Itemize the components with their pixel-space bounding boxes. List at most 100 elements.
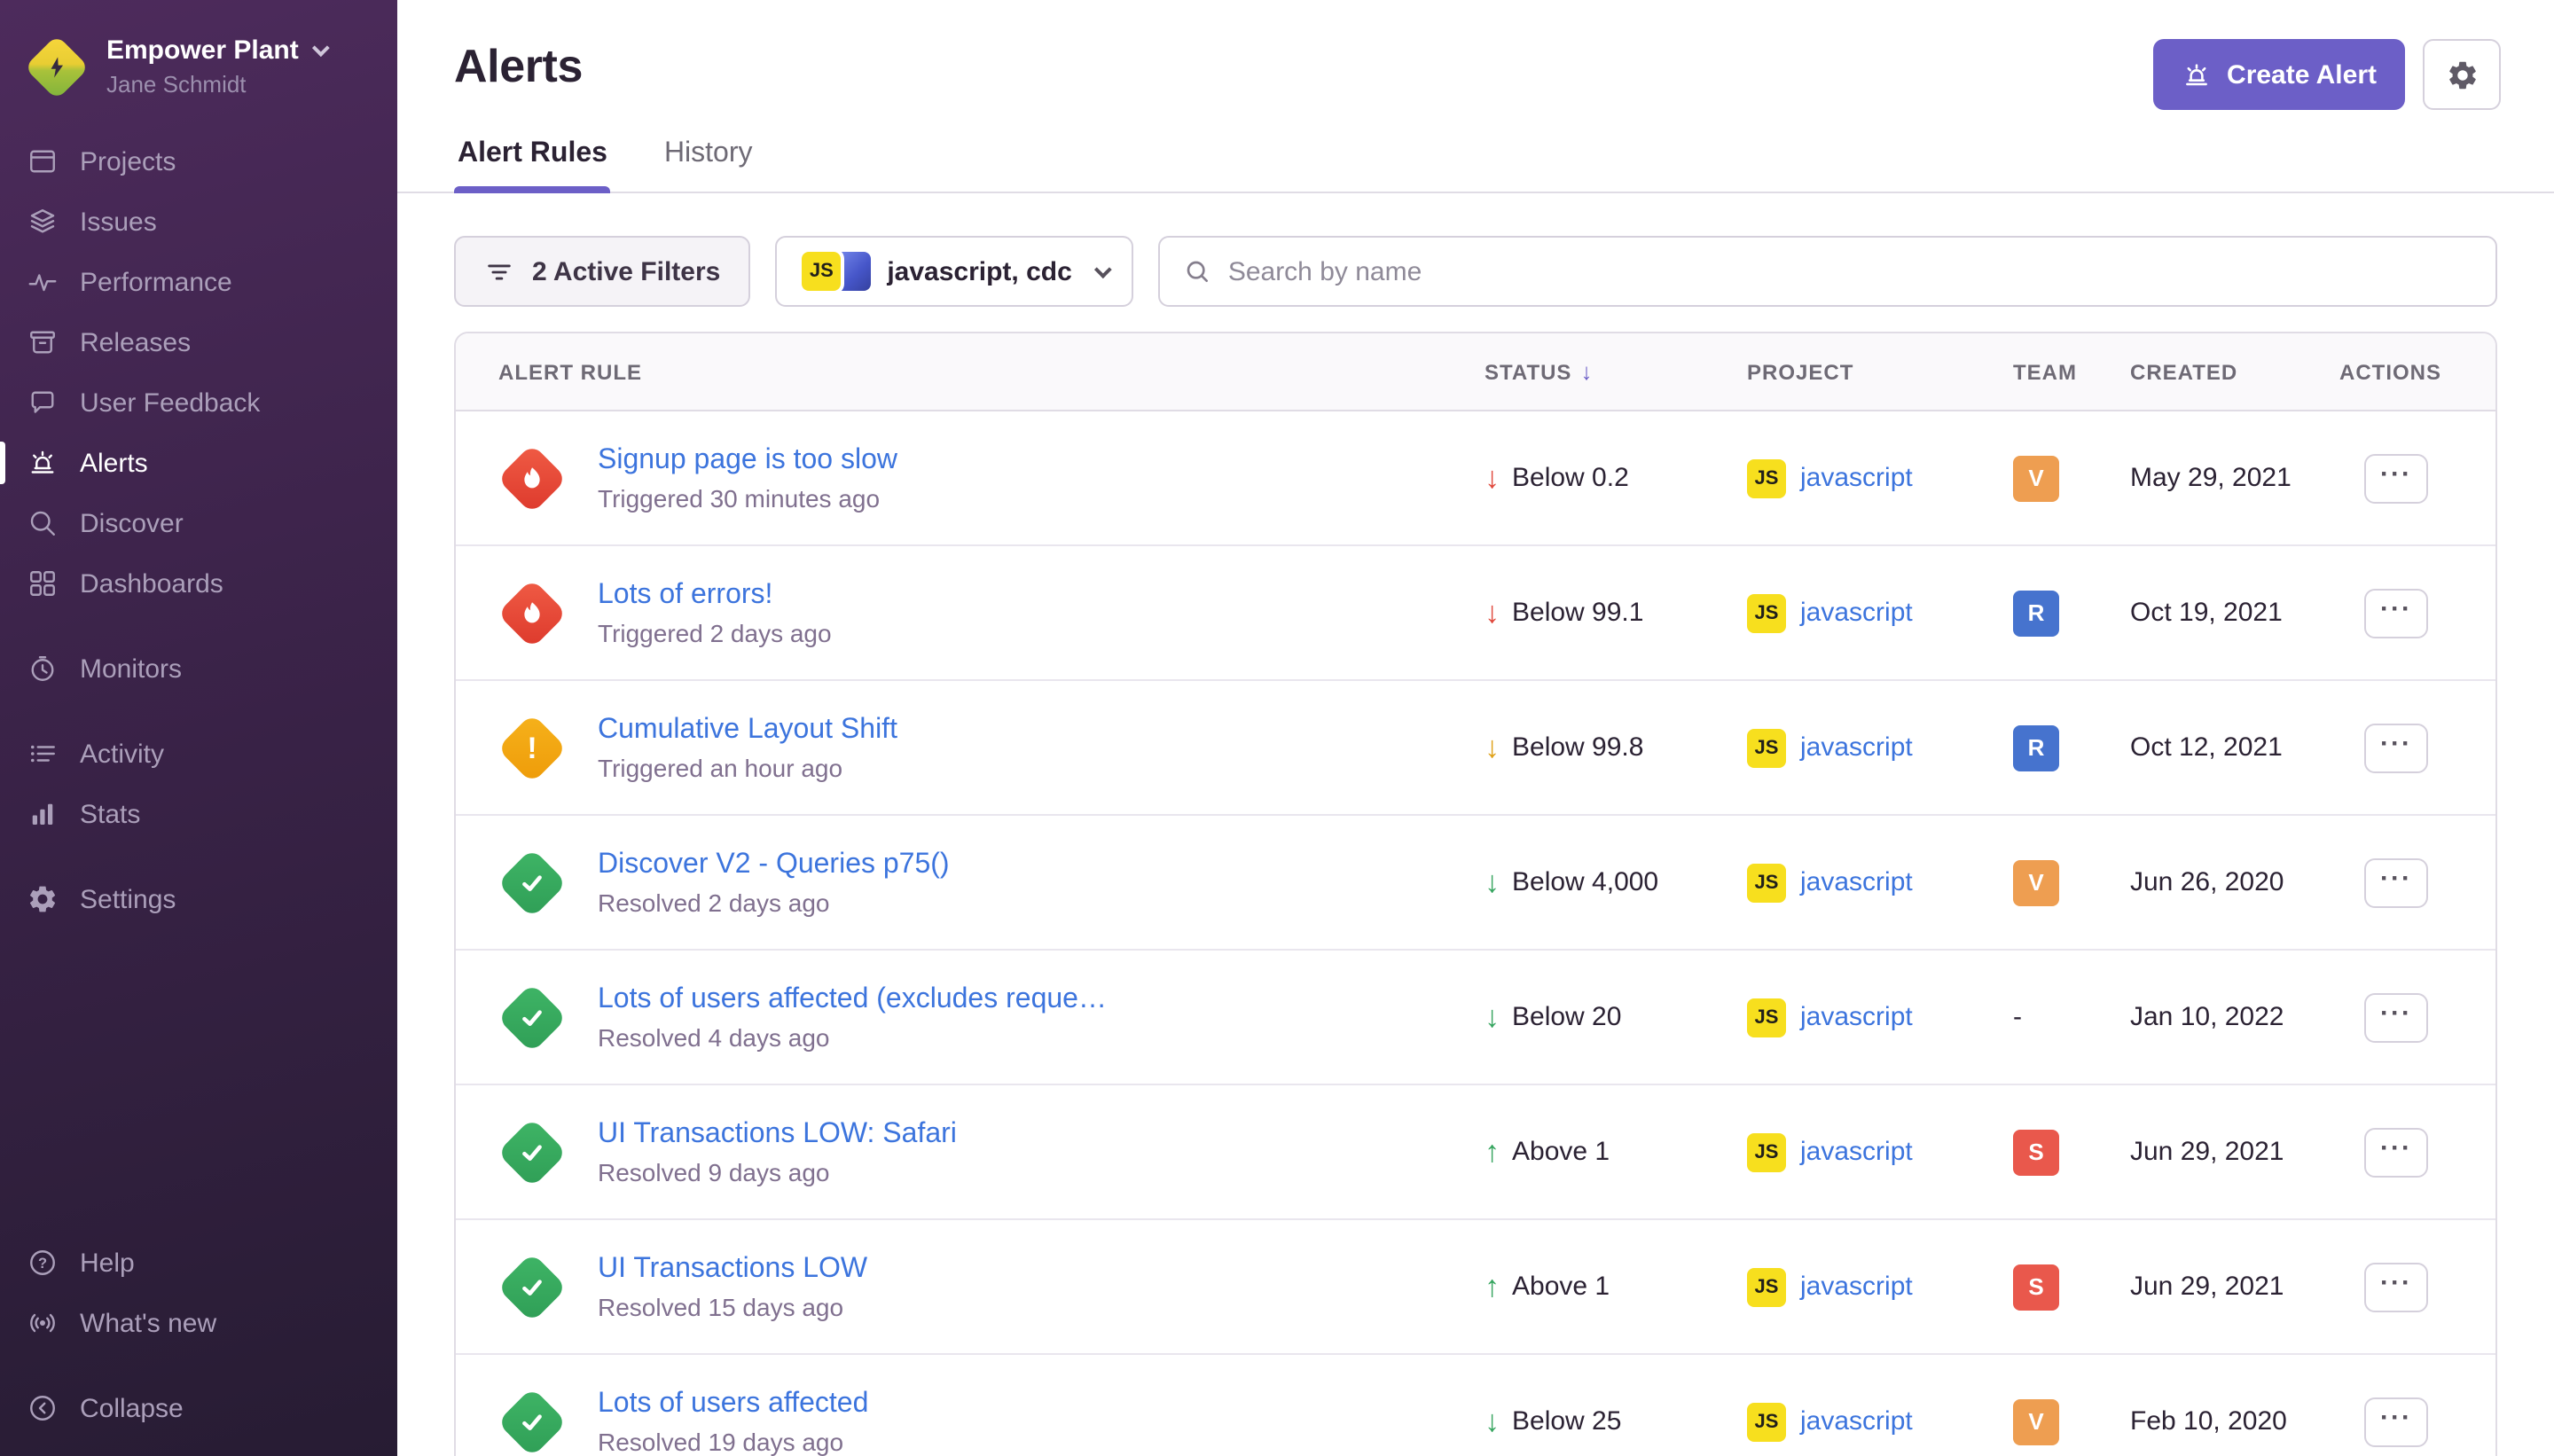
sidebar-item-user-feedback[interactable]: User Feedback bbox=[0, 372, 397, 433]
row-actions-button[interactable] bbox=[2364, 992, 2428, 1042]
alert-rule-link[interactable]: Lots of users affected bbox=[598, 1388, 868, 1420]
created-date: May 29, 2021 bbox=[2130, 463, 2339, 493]
project-link[interactable]: javascript bbox=[1800, 1272, 1913, 1302]
alert-rule-link[interactable]: Lots of users affected (excludes reque… bbox=[598, 983, 1107, 1015]
sidebar-item-label: Monitors bbox=[80, 654, 182, 684]
table-body: ! Signup page is too slow Triggered 30 m… bbox=[456, 411, 2495, 1456]
alert-rule-link[interactable]: Cumulative Layout Shift bbox=[598, 714, 897, 746]
column-header-status[interactable]: Status bbox=[1485, 358, 1593, 385]
alert-rule-link[interactable]: UI Transactions LOW bbox=[598, 1253, 867, 1285]
team-avatar: V bbox=[2013, 455, 2059, 501]
project-link[interactable]: javascript bbox=[1800, 732, 1913, 763]
sidebar-item-label: Stats bbox=[80, 799, 140, 829]
alert-rule-row: ! Lots of errors! Triggered 2 days ago B… bbox=[456, 546, 2495, 681]
sidebar-item-issues[interactable]: Issues bbox=[0, 192, 397, 252]
alert-state-icon: ! bbox=[498, 1253, 566, 1320]
project-link[interactable]: javascript bbox=[1800, 1002, 1913, 1032]
trend-arrow-icon bbox=[1485, 1137, 1500, 1167]
javascript-project-icon: JS bbox=[1747, 1402, 1786, 1441]
alert-rule-row: ! Discover V2 - Queries p75() Resolved 2… bbox=[456, 816, 2495, 951]
sidebar-item-label: Settings bbox=[80, 884, 176, 914]
row-actions-button[interactable] bbox=[2364, 857, 2428, 907]
ellipsis-icon bbox=[2380, 1408, 2412, 1435]
project-link[interactable]: javascript bbox=[1800, 463, 1913, 493]
sidebar-item-whats-new[interactable]: What's new bbox=[0, 1293, 397, 1353]
team-avatar: V bbox=[2013, 1398, 2059, 1444]
sidebar-item-projects[interactable]: Projects bbox=[0, 131, 397, 192]
project-selector[interactable]: JS javascript, cdc bbox=[775, 236, 1133, 307]
create-alert-button[interactable]: Create Alert bbox=[2152, 39, 2405, 110]
column-header-project[interactable]: Project bbox=[1747, 359, 1853, 384]
exclamation-icon: ! bbox=[527, 732, 537, 763]
project-selector-value: javascript, cdc bbox=[887, 256, 1071, 286]
alert-rule-row: ! UI Transactions LOW Resolved 15 days a… bbox=[456, 1220, 2495, 1355]
sidebar-item-label: Projects bbox=[80, 146, 176, 176]
team-avatar: S bbox=[2013, 1264, 2059, 1310]
sidebar-footer: ? Help What's new Collapse bbox=[0, 1233, 397, 1438]
alert-settings-button[interactable] bbox=[2423, 39, 2501, 110]
active-filters-label: 2 Active Filters bbox=[532, 256, 720, 286]
sidebar-item-performance[interactable]: Performance bbox=[0, 252, 397, 312]
search-input[interactable] bbox=[1228, 256, 2472, 286]
tab-alert-rules[interactable]: Alert Rules bbox=[454, 138, 611, 192]
sidebar-item-label: Issues bbox=[80, 207, 157, 237]
projects-icon bbox=[27, 145, 59, 177]
alert-rule-subtext: Resolved 2 days ago bbox=[598, 888, 950, 916]
sidebar-item-label: Alerts bbox=[80, 448, 148, 478]
create-alert-label: Create Alert bbox=[2227, 59, 2377, 90]
sidebar-item-releases[interactable]: Releases bbox=[0, 312, 397, 372]
alert-rule-row: ! Cumulative Layout Shift Triggered an h… bbox=[456, 681, 2495, 816]
project-link[interactable]: javascript bbox=[1800, 1137, 1913, 1167]
row-actions-button[interactable] bbox=[2364, 588, 2428, 638]
status-value: Below 0.2 bbox=[1512, 463, 1629, 493]
gear-icon bbox=[27, 883, 59, 915]
chevron-down-icon bbox=[313, 39, 331, 57]
sidebar-item-discover[interactable]: Discover bbox=[0, 493, 397, 553]
status-value: Below 99.8 bbox=[1512, 732, 1643, 763]
row-actions-button[interactable] bbox=[2364, 1397, 2428, 1446]
sidebar-item-stats[interactable]: Stats bbox=[0, 784, 397, 844]
app-window: Empower Plant Jane Schmidt Projects Issu… bbox=[0, 0, 2554, 1456]
project-link[interactable]: javascript bbox=[1800, 867, 1913, 897]
sidebar-item-dashboards[interactable]: Dashboards bbox=[0, 553, 397, 614]
alert-rule-subtext: Triggered 2 days ago bbox=[598, 618, 832, 646]
ellipsis-icon bbox=[2380, 599, 2412, 626]
column-header-actions: Actions bbox=[2339, 359, 2441, 384]
row-actions-button[interactable] bbox=[2364, 723, 2428, 772]
active-filters-button[interactable]: 2 Active Filters bbox=[454, 236, 750, 307]
flame-icon bbox=[519, 465, 545, 491]
column-header-alert-rule[interactable]: Alert Rule bbox=[498, 359, 642, 384]
created-date: Jun 29, 2021 bbox=[2130, 1137, 2339, 1167]
sidebar-item-monitors[interactable]: Monitors bbox=[0, 638, 397, 699]
javascript-project-icon: JS bbox=[1747, 998, 1786, 1037]
column-header-created[interactable]: Created bbox=[2130, 359, 2237, 384]
sidebar-item-settings[interactable]: Settings bbox=[0, 869, 397, 929]
alert-rules-table: Alert Rule Status Project Team Created A… bbox=[454, 332, 2497, 1456]
project-link[interactable]: javascript bbox=[1800, 598, 1913, 628]
alert-rule-subtext: Triggered an hour ago bbox=[598, 753, 897, 781]
row-actions-button[interactable] bbox=[2364, 453, 2428, 503]
sidebar-item-help[interactable]: ? Help bbox=[0, 1233, 397, 1293]
tab-history[interactable]: History bbox=[661, 138, 756, 192]
alert-rule-link[interactable]: Discover V2 - Queries p75() bbox=[598, 849, 950, 881]
alert-rule-link[interactable]: UI Transactions LOW: Safari bbox=[598, 1118, 957, 1150]
flame-icon bbox=[519, 599, 545, 626]
sidebar-item-activity[interactable]: Activity bbox=[0, 724, 397, 784]
stats-icon bbox=[27, 798, 59, 830]
team-avatar: - bbox=[2013, 994, 2059, 1040]
org-switcher[interactable]: Empower Plant Jane Schmidt bbox=[0, 25, 397, 131]
trend-arrow-icon bbox=[1485, 463, 1500, 493]
alert-rule-link[interactable]: Signup page is too slow bbox=[598, 444, 897, 476]
column-header-team[interactable]: Team bbox=[2013, 359, 2077, 384]
project-link[interactable]: javascript bbox=[1800, 1406, 1913, 1436]
javascript-project-icon: JS bbox=[802, 252, 841, 291]
row-actions-button[interactable] bbox=[2364, 1262, 2428, 1311]
row-actions-button[interactable] bbox=[2364, 1127, 2428, 1177]
sidebar-item-collapse[interactable]: Collapse bbox=[0, 1378, 397, 1438]
sidebar-item-alerts[interactable]: Alerts bbox=[0, 433, 397, 493]
alert-state-icon: ! bbox=[498, 849, 566, 916]
project-avatar-stack: JS bbox=[802, 252, 871, 291]
ellipsis-icon bbox=[2380, 734, 2412, 761]
gear-icon bbox=[2445, 58, 2479, 91]
alert-rule-link[interactable]: Lots of errors! bbox=[598, 579, 832, 611]
